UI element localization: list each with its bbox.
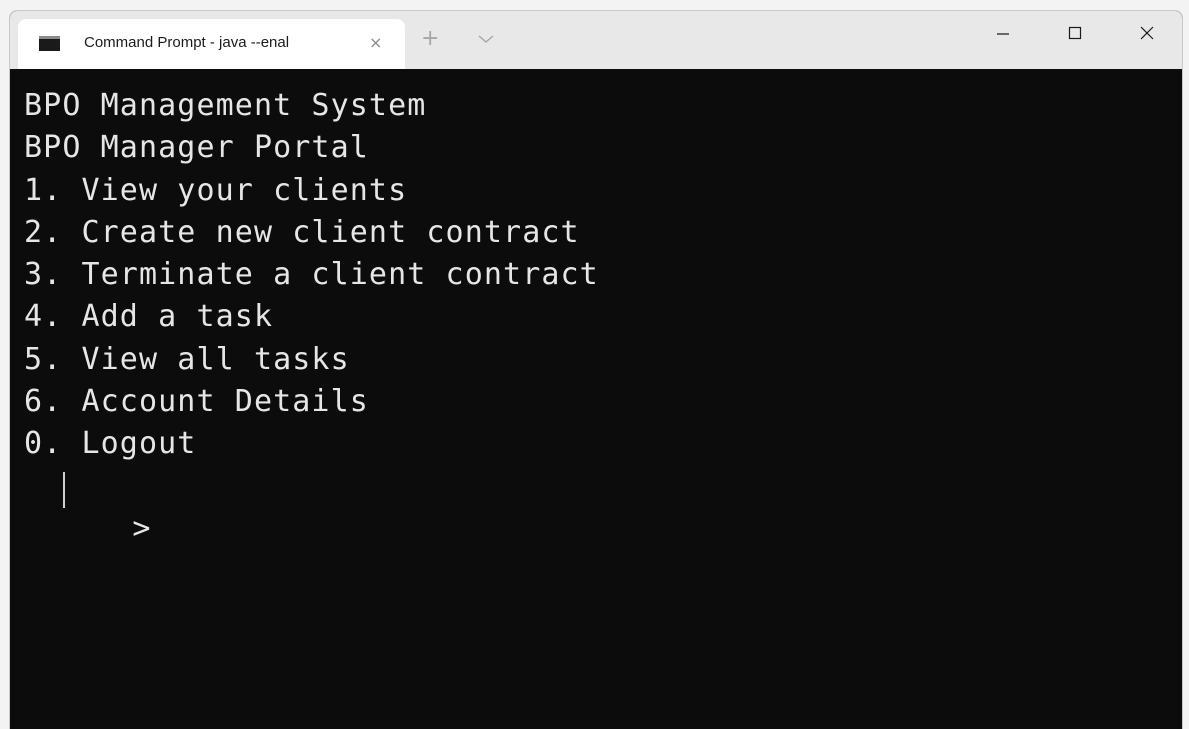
terminal-line: BPO Manager Portal (24, 130, 369, 166)
close-window-button[interactable] (1123, 11, 1169, 55)
menu-option-3: 3. Terminate a client contract (24, 257, 599, 293)
maximize-icon (1068, 26, 1082, 40)
maximize-button[interactable] (1051, 11, 1097, 55)
chevron-down-icon[interactable] (476, 26, 496, 50)
close-icon (1140, 26, 1154, 40)
menu-option-1: 1. View your clients (24, 172, 408, 208)
text-cursor (63, 471, 65, 508)
terminal-output[interactable]: BPO Management System BPO Manager Portal… (10, 69, 1182, 729)
menu-option-6: 6. Account Details (24, 384, 369, 420)
menu-option-2: 2. Create new client contract (24, 214, 580, 250)
terminal-line: BPO Management System (24, 88, 427, 123)
new-tab-button[interactable]: + (421, 27, 439, 51)
terminal-window: Command Prompt - java --enal × + BPO Man… (9, 10, 1183, 729)
command-prompt-icon (39, 36, 60, 51)
tab-close-button[interactable]: × (369, 31, 382, 55)
prompt-symbol: > (132, 510, 151, 546)
minimize-button[interactable] (979, 11, 1025, 55)
menu-option-4: 4. Add a task (24, 299, 274, 335)
input-prompt[interactable]: > (24, 466, 1182, 546)
minimize-icon (997, 33, 1009, 35)
title-bar: Command Prompt - java --enal × + (10, 11, 1182, 69)
tab-command-prompt[interactable]: Command Prompt - java --enal × (18, 19, 405, 69)
tab-title: Command Prompt - java --enal (84, 34, 290, 51)
menu-option-0: 0. Logout (24, 426, 197, 462)
menu-option-5: 5. View all tasks (24, 341, 350, 377)
